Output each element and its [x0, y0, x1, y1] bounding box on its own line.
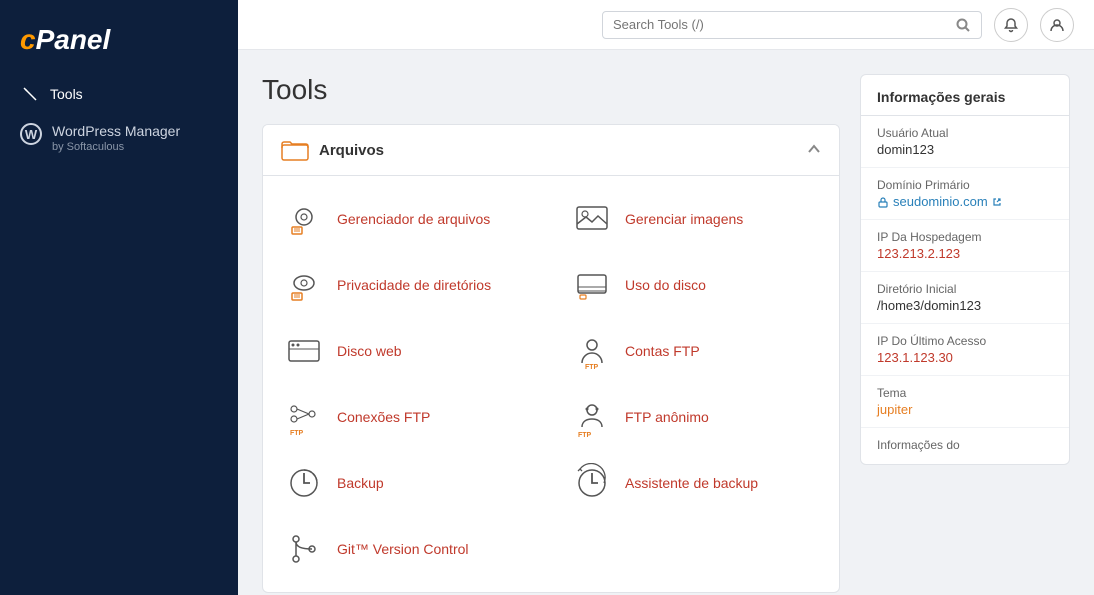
- tool-conexoes-ftp[interactable]: FTP Conexões FTP: [263, 384, 551, 450]
- tool-label: FTP anônimo: [625, 409, 709, 425]
- info-row-dir: Diretório Inicial /home3/domin123: [861, 272, 1069, 324]
- info-value: domin123: [877, 142, 1053, 157]
- sidebar-item-tools[interactable]: Tools: [0, 76, 238, 112]
- tool-privacidade-diretorios[interactable]: Privacidade de diretórios: [263, 252, 551, 318]
- info-row-last: Informações do: [861, 428, 1069, 464]
- info-label: Usuário Atual: [877, 126, 1053, 140]
- info-label: Tema: [877, 386, 1053, 400]
- info-row-tema: Tema jupiter: [861, 376, 1069, 428]
- info-value: jupiter: [877, 402, 1053, 417]
- tool-assistente-backup[interactable]: Assistente de backup: [551, 450, 839, 516]
- disk-usage-icon: [571, 264, 613, 306]
- dir-privacy-icon: [283, 264, 325, 306]
- backup-wizard-icon: [571, 462, 613, 504]
- tool-gerenciador-arquivos[interactable]: Gerenciador de arquivos: [263, 186, 551, 252]
- user-button[interactable]: [1040, 8, 1074, 42]
- svg-text:FTP: FTP: [290, 430, 304, 437]
- info-label: Domínio Primário: [877, 178, 1053, 192]
- wrench-icon: [20, 86, 40, 102]
- tool-label: Git™ Version Control: [337, 541, 469, 557]
- info-value: 123.213.2.123: [877, 246, 1053, 261]
- tool-label: Conexões FTP: [337, 409, 430, 425]
- info-value-domain: seudominio.com: [877, 194, 1053, 209]
- info-label: IP Do Último Acesso: [877, 334, 1053, 348]
- external-link-icon: [992, 197, 1002, 207]
- tool-contas-ftp[interactable]: FTP Contas FTP: [551, 318, 839, 384]
- section-card: Arquivos: [262, 124, 840, 593]
- tool-gerenciar-imagens[interactable]: Gerenciar imagens: [551, 186, 839, 252]
- sidebar-item-wordpress[interactable]: W WordPress Manager by Softaculous: [0, 112, 238, 164]
- search-button[interactable]: [955, 17, 971, 33]
- tool-git-version[interactable]: Git™ Version Control: [263, 516, 551, 582]
- left-panel: Tools Arquivos: [262, 74, 840, 593]
- sidebar-tools-label: Tools: [50, 86, 83, 102]
- info-row-dominio: Domínio Primário seudominio.com: [861, 168, 1069, 220]
- info-value: /home3/domin123: [877, 298, 1053, 313]
- info-row-ip: IP Da Hospedagem 123.213.2.123: [861, 220, 1069, 272]
- right-panel: Informações gerais Usuário Atual domin12…: [860, 74, 1070, 465]
- tool-label: Disco web: [337, 343, 402, 359]
- wp-label-sub: by Softaculous: [52, 140, 180, 154]
- search-input[interactable]: [613, 17, 949, 32]
- tool-label: Backup: [337, 475, 384, 491]
- info-card-title: Informações gerais: [861, 75, 1069, 116]
- page-title: Tools: [262, 74, 840, 106]
- tool-ftp-anonimo[interactable]: FTP FTP anônimo: [551, 384, 839, 450]
- info-row-last-ip: IP Do Último Acesso 123.1.123.30: [861, 324, 1069, 376]
- svg-text:FTP: FTP: [585, 364, 599, 371]
- tool-uso-disco[interactable]: Uso do disco: [551, 252, 839, 318]
- svg-text:FTP: FTP: [578, 432, 592, 437]
- tool-label: Gerenciador de arquivos: [337, 211, 490, 227]
- wp-label-main: WordPress Manager: [52, 122, 180, 140]
- git-icon: [283, 528, 325, 570]
- wordpress-icon: W: [20, 123, 42, 145]
- web-disk-icon: [283, 330, 325, 372]
- info-label: IP Da Hospedagem: [877, 230, 1053, 244]
- info-value: 123.1.123.30: [877, 350, 1053, 365]
- tool-label: Assistente de backup: [625, 475, 758, 491]
- search-bar[interactable]: [602, 11, 982, 39]
- backup-icon: [283, 462, 325, 504]
- domain-link[interactable]: seudominio.com: [893, 194, 988, 209]
- sidebar: cPanel Tools W WordPress Manager by Soft…: [0, 0, 238, 595]
- logo-c: c: [20, 24, 36, 55]
- info-label: Informações do: [877, 438, 1053, 452]
- ftp-anon-icon: FTP: [571, 396, 613, 438]
- notification-button[interactable]: [994, 8, 1028, 42]
- tool-label: Contas FTP: [625, 343, 700, 359]
- content: Tools Arquivos: [238, 50, 1094, 595]
- tool-backup[interactable]: Backup: [263, 450, 551, 516]
- file-manager-icon: [283, 198, 325, 240]
- image-manager-icon: [571, 198, 613, 240]
- tool-label: Uso do disco: [625, 277, 706, 293]
- main-area: Tools Arquivos: [238, 0, 1094, 595]
- info-card: Informações gerais Usuário Atual domin12…: [860, 74, 1070, 465]
- ftp-connections-icon: FTP: [283, 396, 325, 438]
- section-header: Arquivos: [263, 125, 839, 176]
- lock-icon: [877, 196, 889, 208]
- chevron-up-icon: [807, 142, 821, 159]
- header: [238, 0, 1094, 50]
- section-title: Arquivos: [319, 142, 384, 159]
- info-label: Diretório Inicial: [877, 282, 1053, 296]
- tool-label: Privacidade de diretórios: [337, 277, 491, 293]
- info-row-usuario: Usuário Atual domin123: [861, 116, 1069, 168]
- folder-icon: [281, 139, 309, 161]
- tools-grid: Gerenciador de arquivos Gerenciar imagen…: [263, 176, 839, 592]
- tool-label: Gerenciar imagens: [625, 211, 743, 227]
- ftp-accounts-icon: FTP: [571, 330, 613, 372]
- logo: cPanel: [0, 16, 238, 76]
- tool-disco-web[interactable]: Disco web: [263, 318, 551, 384]
